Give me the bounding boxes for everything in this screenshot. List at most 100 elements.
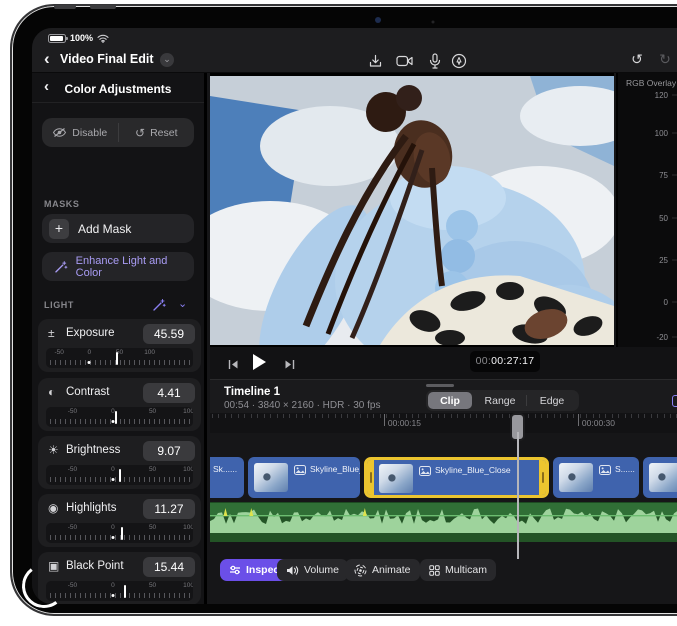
ruler-tick (322, 414, 323, 418)
ruler-tick (315, 414, 316, 418)
slider-indicator[interactable] (124, 585, 126, 598)
trim-handle-left[interactable] (367, 460, 374, 495)
ruler-tick (664, 414, 665, 418)
param-value[interactable]: 9.07 (143, 441, 195, 461)
play-button[interactable] (252, 353, 267, 376)
ruler-tick (238, 414, 239, 418)
timeline-clip[interactable]: Sk...... (210, 457, 244, 498)
clips-track: Sk...... Skyline_Blue_Wide Skyline_Blue_… (210, 457, 677, 498)
param-label: Exposure (66, 327, 115, 339)
light-label: LIGHT (44, 300, 74, 310)
ruler-tick (535, 414, 536, 418)
light-section-header[interactable]: LIGHT ⌄ (32, 297, 207, 313)
auto-enhance-icon[interactable] (152, 298, 166, 312)
clip-label: S...... (615, 464, 635, 474)
disable-button[interactable]: Disable (42, 118, 118, 147)
tick (100, 593, 101, 598)
multicam-button[interactable]: Multicam (420, 559, 496, 581)
slider-indicator[interactable] (116, 352, 118, 365)
slider-scale-label: 100 (183, 582, 193, 589)
slider-indicator[interactable] (115, 411, 117, 424)
slider-scale-label: 50 (149, 582, 156, 589)
tick (90, 535, 91, 540)
mic-icon[interactable] (426, 53, 444, 69)
param-value[interactable]: 4.41 (143, 383, 195, 403)
panel-header: ‹ Color Adjustments (32, 73, 204, 103)
tick (129, 593, 130, 598)
timeline-clock-icon[interactable] (672, 395, 677, 407)
highlights-slider[interactable]: -50050100 (46, 523, 193, 543)
tick (179, 477, 180, 482)
top-button (54, 5, 76, 9)
volume-label: Volume (304, 564, 339, 576)
next-frame-icon[interactable] (284, 357, 295, 375)
param-value[interactable]: 15.44 (143, 557, 195, 577)
pencil-tools-icon[interactable] (450, 53, 468, 69)
ruler-tick (547, 414, 548, 418)
tick (65, 360, 66, 365)
timeline-ruler[interactable]: 00:00:1500:00:30 (210, 413, 677, 433)
exposure-slider[interactable]: -50050100 (46, 348, 193, 368)
animate-button[interactable]: Animate (345, 559, 420, 581)
video-preview[interactable] (210, 73, 614, 347)
tick (159, 360, 160, 365)
tick (124, 360, 125, 365)
title-disclosure-icon[interactable]: ⌄ (160, 53, 174, 67)
scope-tick-label: 120 (655, 91, 669, 100)
timeline-clip[interactable]: Skyline_Blue_Wide (248, 457, 360, 498)
tick (139, 419, 140, 424)
tick (90, 593, 91, 598)
project-title[interactable]: Video Final Edit (60, 52, 154, 66)
black-point-slider[interactable]: -50050100 (46, 581, 193, 601)
photo-icon (294, 465, 306, 475)
tick (95, 535, 96, 540)
trim-handle-right[interactable] (539, 460, 546, 495)
tick (149, 477, 150, 482)
undo-icon[interactable]: ↺ (628, 51, 646, 67)
ruler-tick (573, 414, 574, 418)
mode-clip[interactable]: Clip (428, 392, 472, 409)
brightness-slider[interactable]: -50050100 (46, 465, 193, 485)
mode-edge[interactable]: Edge (529, 392, 575, 409)
brightness-icon: ☀ (48, 443, 59, 457)
drag-handle[interactable] (426, 384, 454, 387)
ruler-tick (644, 414, 645, 418)
tick (179, 360, 180, 365)
tick (174, 593, 175, 598)
tick (139, 360, 140, 365)
contrast-slider[interactable]: -50050100 (46, 407, 193, 427)
back-chevron-icon[interactable]: ‹ (44, 50, 50, 67)
mode-range[interactable]: Range (476, 392, 524, 409)
add-mask-button[interactable]: + Add Mask (42, 214, 194, 243)
chevron-down-icon[interactable]: ⌄ (178, 297, 187, 310)
volume-button[interactable]: Volume (277, 559, 348, 581)
ruler-tick (554, 414, 555, 418)
tick (55, 419, 56, 424)
tick (60, 535, 61, 540)
audio-track[interactable] (210, 502, 677, 542)
tick (134, 419, 135, 424)
param-label: Black Point (66, 560, 124, 572)
param-value[interactable]: 45.59 (143, 324, 195, 344)
param-row-exposure: ± Exposure 45.59 -50050100 (38, 319, 201, 372)
camera-icon[interactable] (396, 53, 414, 69)
prev-frame-icon[interactable] (228, 357, 239, 375)
ruler-tick (302, 414, 303, 418)
reset-button[interactable]: ↺ Reset (119, 118, 195, 147)
ruler-tick (354, 414, 355, 418)
import-icon[interactable] (366, 53, 384, 69)
tick (129, 477, 130, 482)
timeline-clip-selected[interactable]: Skyline_Blue_Close (364, 457, 549, 498)
slider-scale-label: 0 (111, 524, 115, 531)
slider-indicator[interactable] (121, 527, 123, 540)
slider-indicator[interactable] (119, 469, 121, 482)
enhance-button[interactable]: Enhance Light and Color (42, 252, 194, 281)
timeline-clip[interactable]: S...... (553, 457, 639, 498)
timeline-clip[interactable] (643, 457, 677, 498)
tick (50, 360, 51, 365)
tick (75, 535, 76, 540)
tick (134, 360, 135, 365)
timecode-hours: 00: (476, 355, 492, 367)
slider-scale-label: -50 (55, 349, 64, 356)
param-value[interactable]: 11.27 (143, 499, 195, 519)
